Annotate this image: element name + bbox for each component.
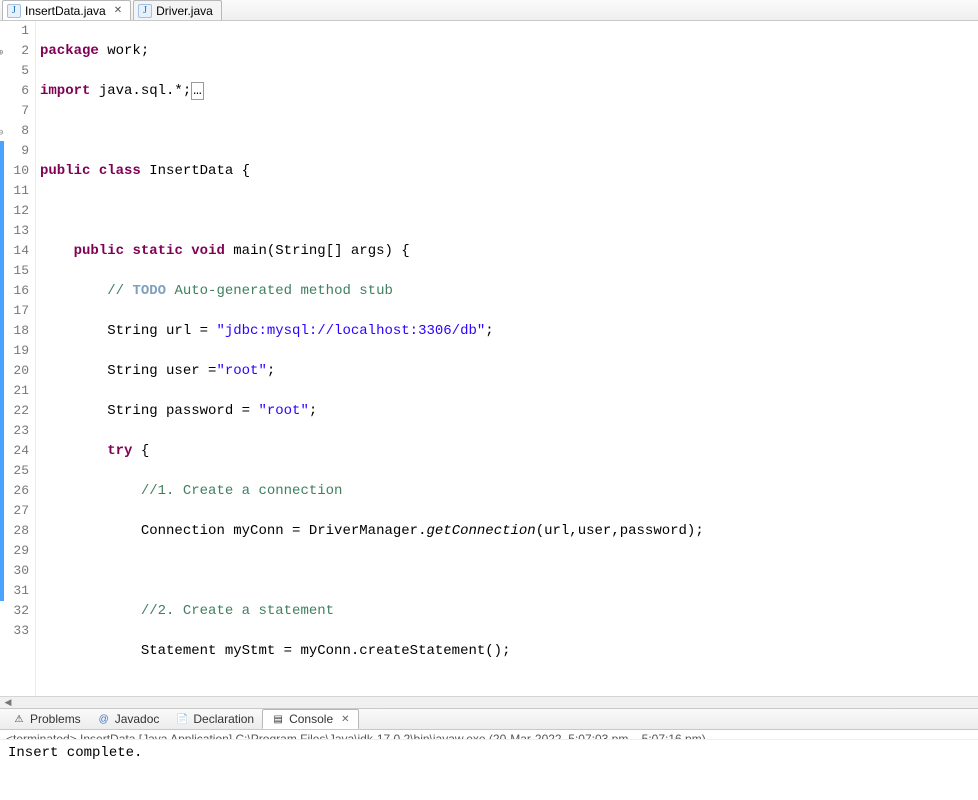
console-icon: ▤ <box>271 712 285 726</box>
java-file-icon: J <box>7 4 21 18</box>
problems-icon: ⚠ <box>12 712 26 726</box>
code-area[interactable]: package work; import java.sql.*;… public… <box>36 21 978 696</box>
tab-declaration[interactable]: 📄 Declaration <box>167 709 262 729</box>
scroll-left-icon[interactable]: ◀ <box>0 697 16 708</box>
bottom-views: ⚠ Problems @ Javadoc 📄 Declaration ▤ Con… <box>0 708 978 730</box>
tab-problems[interactable]: ⚠ Problems <box>4 709 89 729</box>
horizontal-scrollbar[interactable]: ◀ <box>0 696 978 708</box>
tab-insertdata[interactable]: J InsertData.java ✕ <box>2 0 131 20</box>
java-file-icon: J <box>138 4 152 18</box>
editor-tabs: J InsertData.java ✕ J Driver.java <box>0 0 978 21</box>
tab-label: InsertData.java <box>25 4 106 18</box>
close-icon[interactable]: ✕ <box>341 714 349 725</box>
console-output[interactable]: Insert complete. <box>0 740 978 800</box>
tab-label: Driver.java <box>156 4 213 18</box>
fold-collapse-icon[interactable]: ⊖ <box>0 123 3 143</box>
javadoc-icon: @ <box>97 712 111 726</box>
line-gutter: 1 ⊕2 5 6 7 ⊖8 9 10 11 12 13 14 15 16 17 … <box>0 21 36 696</box>
tab-javadoc[interactable]: @ Javadoc <box>89 709 168 729</box>
code-editor[interactable]: 1 ⊕2 5 6 7 ⊖8 9 10 11 12 13 14 15 16 17 … <box>0 21 978 696</box>
tab-driver[interactable]: J Driver.java <box>133 0 222 20</box>
declaration-icon: 📄 <box>175 712 189 726</box>
console-status: <terminated> InsertData [Java Applicatio… <box>0 730 978 740</box>
close-icon[interactable]: ✕ <box>114 5 122 16</box>
folded-import-icon[interactable]: … <box>191 82 203 100</box>
tab-console[interactable]: ▤ Console ✕ <box>262 709 358 729</box>
fold-expand-icon[interactable]: ⊕ <box>0 43 3 63</box>
